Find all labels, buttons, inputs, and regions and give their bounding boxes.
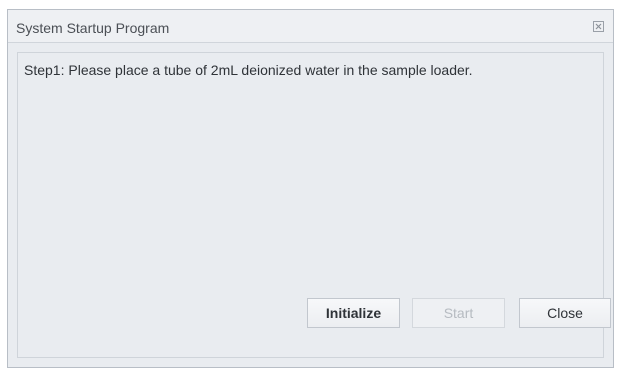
step-instruction: Step1: Please place a tube of 2mL deioni… [24, 62, 473, 78]
startup-dialog: System Startup Program Step1: Please pla… [7, 9, 614, 368]
close-icon[interactable] [593, 21, 604, 32]
close-button[interactable]: Close [519, 298, 611, 328]
initialize-button[interactable]: Initialize [307, 298, 400, 328]
dialog-titlebar: System Startup Program [8, 10, 613, 43]
dialog-title: System Startup Program [16, 20, 170, 36]
start-button[interactable]: Start [412, 298, 505, 328]
